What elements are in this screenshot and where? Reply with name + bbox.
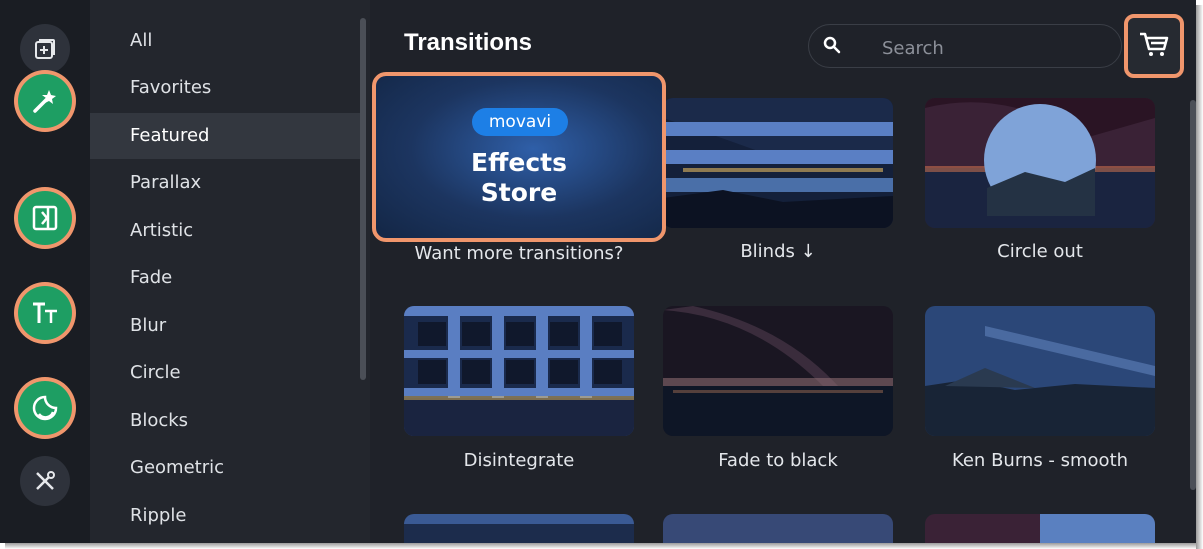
transition-preview: [404, 514, 634, 543]
transition-preview: [925, 514, 1155, 543]
category-blur[interactable]: Blur: [90, 303, 360, 349]
blinds-label: Blinds ↓: [740, 241, 816, 262]
filters-button[interactable]: [18, 74, 72, 128]
category-favorites[interactable]: Favorites: [90, 65, 360, 111]
store-title-line2: Store: [480, 178, 558, 207]
import-icon: [34, 38, 56, 60]
window-shadow: [5, 543, 1203, 549]
tools-icon: [33, 469, 57, 493]
category-blocks[interactable]: Blocks: [90, 398, 360, 444]
store-caption: Want more transitions?: [414, 243, 624, 264]
tool-rail: [0, 0, 90, 543]
ken-burns-label: Ken Burns - smooth: [951, 450, 1129, 471]
store-title-line1: Effects: [471, 148, 567, 177]
stickers-icon: [31, 394, 59, 422]
transitions-button[interactable]: [18, 191, 72, 245]
fade-to-black-preview: [663, 306, 893, 436]
transition-preview: [663, 514, 893, 543]
cart-icon: [1139, 31, 1169, 61]
circle-out-thumbnail[interactable]: [925, 98, 1155, 228]
fade-to-black-thumbnail[interactable]: [663, 306, 893, 436]
effects-store-card[interactable]: movavi Effects Store: [372, 72, 666, 242]
category-geometric[interactable]: Geometric: [90, 445, 360, 491]
ken-burns-thumbnail[interactable]: [925, 306, 1155, 436]
more-tools-button[interactable]: [20, 456, 70, 506]
movavi-badge: movavi: [472, 108, 568, 136]
circle-out-preview: [925, 98, 1155, 228]
category-all[interactable]: All: [90, 18, 360, 64]
window-shadow: [1196, 5, 1203, 549]
disintegrate-thumbnail[interactable]: [404, 306, 634, 436]
ken-burns-preview: [925, 306, 1155, 436]
category-parallax[interactable]: Parallax: [90, 160, 360, 206]
fade-to-black-label: Fade to black: [718, 450, 838, 471]
category-ripple[interactable]: Ripple: [90, 493, 360, 539]
transition-thumbnail[interactable]: [663, 514, 893, 543]
disintegrate-preview: [404, 306, 634, 436]
transition-thumbnail[interactable]: [404, 514, 634, 543]
transition-thumbnail[interactable]: [925, 514, 1155, 543]
category-list: All Favorites Featured Parallax Artistic…: [90, 0, 370, 543]
category-artistic[interactable]: Artistic: [90, 208, 360, 254]
import-button[interactable]: [20, 24, 70, 74]
category-featured[interactable]: Featured: [90, 113, 360, 159]
page-title: Transitions: [404, 29, 533, 56]
circle-out-label: Circle out: [997, 241, 1083, 262]
transitions-icon: [31, 204, 59, 232]
blinds-thumbnail[interactable]: [663, 98, 893, 228]
category-circle[interactable]: Circle: [90, 350, 360, 396]
titles-button[interactable]: [18, 286, 72, 340]
blinds-preview: [663, 98, 893, 228]
category-scrollbar[interactable]: [360, 18, 366, 380]
category-fade[interactable]: Fade: [90, 255, 360, 301]
disintegrate-label: Disintegrate: [463, 450, 575, 471]
stickers-button[interactable]: [18, 381, 72, 435]
search-input[interactable]: [880, 34, 1104, 62]
titles-icon: [30, 299, 60, 327]
magic-wand-icon: [31, 87, 59, 115]
search-icon: [823, 36, 841, 58]
store-cart-button[interactable]: [1124, 14, 1184, 78]
app-window: All Favorites Featured Parallax Artistic…: [0, 0, 1196, 543]
